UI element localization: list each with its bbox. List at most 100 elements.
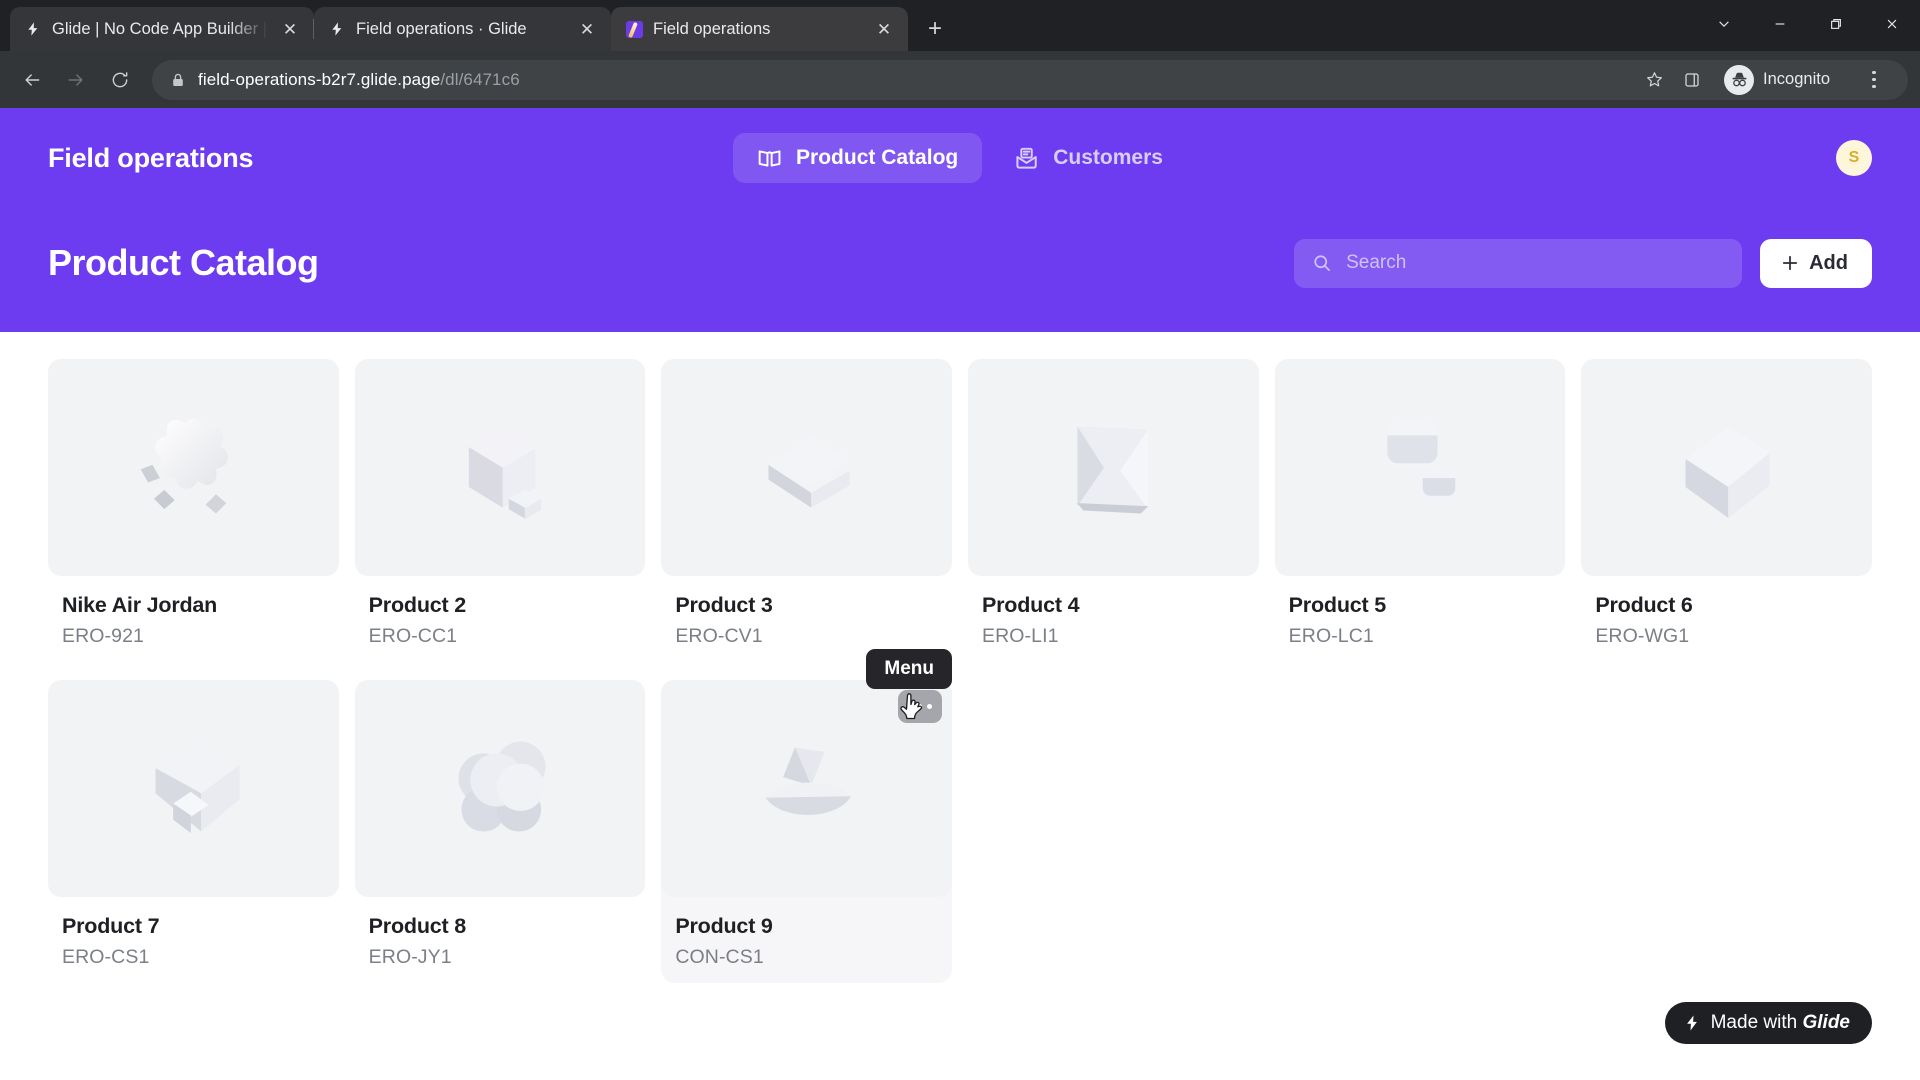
product-sku: ERO-CV1 xyxy=(675,625,763,647)
page-title: Product Catalog xyxy=(48,242,319,283)
glide-app-icon xyxy=(625,20,643,38)
product-card[interactable]: Product 7 ERO-CS1 xyxy=(48,680,339,983)
app-title: Field operations xyxy=(48,142,254,173)
close-icon[interactable]: ✕ xyxy=(278,17,302,41)
product-card[interactable]: Product 8 ERO-JY1 xyxy=(354,680,646,983)
back-button[interactable] xyxy=(12,60,52,100)
product-card[interactable]: Product 3 ERO-CV1 xyxy=(661,359,952,662)
book-open-icon xyxy=(757,146,782,171)
url-domain: field-operations-b2r7.glide.page xyxy=(198,69,441,89)
nav-item-label: Product Catalog xyxy=(796,146,959,169)
star-icon[interactable] xyxy=(1637,63,1671,97)
product-name: Nike Air Jordan xyxy=(62,593,218,617)
app-header-top: Field operations Product Catalog Custome… xyxy=(48,108,1872,208)
made-with-glide-badge[interactable]: Made with Glide xyxy=(1664,1002,1872,1044)
glide-bolt-icon xyxy=(24,20,42,38)
product-name: Product 6 xyxy=(1595,593,1693,617)
new-tab-button[interactable]: + xyxy=(918,12,952,46)
browser-toolbar: field-operations-b2r7.glide.page/dl/6471… xyxy=(0,51,1920,108)
reload-button[interactable] xyxy=(100,60,140,100)
tab-title: Field operations · Glide xyxy=(356,19,527,38)
product-sku: ERO-CS1 xyxy=(62,946,150,968)
product-name: Product 2 xyxy=(368,593,467,617)
mail-document-icon xyxy=(1014,146,1039,171)
browser-tab-1[interactable]: Glide | No Code App Builder | No ✕ xyxy=(10,7,314,51)
product-thumbnail xyxy=(1274,359,1566,576)
browser-window: Glide | No Code App Builder | No ✕ Field… xyxy=(0,0,1920,1080)
product-thumbnail xyxy=(661,359,952,576)
product-sku: ERO-LC1 xyxy=(1288,625,1374,647)
product-grid-wrapper: Nike Air Jordan ERO-921 Product 2 ERO-CC… xyxy=(0,332,1920,983)
product-grid: Nike Air Jordan ERO-921 Product 2 ERO-CC… xyxy=(48,359,1872,983)
minimize-icon[interactable] xyxy=(1752,4,1808,44)
product-thumbnail xyxy=(354,680,646,897)
close-icon[interactable] xyxy=(1864,4,1920,44)
product-name: Product 8 xyxy=(368,914,467,938)
nav-item-label: Customers xyxy=(1053,146,1163,169)
url-path: /dl/6471c6 xyxy=(440,69,520,89)
search-box[interactable] xyxy=(1294,238,1743,288)
incognito-avatar-icon xyxy=(1724,64,1755,95)
profile-label: Incognito xyxy=(1763,70,1830,88)
search-icon xyxy=(1312,253,1332,273)
glide-bolt-icon xyxy=(1683,1014,1701,1032)
badge-prefix: Made with xyxy=(1710,1012,1803,1033)
address-bar[interactable]: field-operations-b2r7.glide.page/dl/6471… xyxy=(152,59,1908,100)
product-thumbnail xyxy=(48,680,339,897)
tooltip: Menu xyxy=(866,649,952,689)
url-text: field-operations-b2r7.glide.page/dl/6471… xyxy=(198,70,520,90)
product-card[interactable]: Product 2 ERO-CC1 xyxy=(354,359,646,662)
chevron-down-icon[interactable] xyxy=(1696,4,1752,44)
close-icon[interactable]: ✕ xyxy=(872,17,896,41)
three-dot-menu-icon[interactable] xyxy=(1854,60,1894,100)
close-icon[interactable]: ✕ xyxy=(575,17,599,41)
product-name: Product 7 xyxy=(62,914,160,938)
app-header-bottom: Product Catalog A xyxy=(48,208,1872,318)
nav-item-product-catalog[interactable]: Product Catalog xyxy=(733,133,983,183)
add-button[interactable]: Add xyxy=(1760,238,1872,288)
product-sku: ERO-WG1 xyxy=(1595,625,1690,647)
profile-incognito-button[interactable]: Incognito xyxy=(1719,61,1846,99)
product-sku: CON-CS1 xyxy=(675,946,764,968)
tab-strip: Glide | No Code App Builder | No ✕ Field… xyxy=(0,0,1920,51)
omnibox-actions: Incognito xyxy=(1637,60,1894,100)
lock-icon[interactable] xyxy=(170,72,186,88)
badge-text: Made with Glide xyxy=(1711,1012,1850,1034)
product-sku: ERO-JY1 xyxy=(368,946,452,968)
card-menu-button[interactable]: Menu xyxy=(866,649,952,723)
mouse-cursor-pointer xyxy=(900,693,926,723)
window-controls xyxy=(1696,0,1920,48)
product-thumbnail xyxy=(967,359,1259,576)
app-nav: Product Catalog Customers xyxy=(733,133,1187,183)
tab-title: Field operations xyxy=(653,19,771,38)
product-thumbnail xyxy=(48,359,339,576)
product-sku: ERO-921 xyxy=(62,625,144,647)
plus-icon xyxy=(1780,253,1800,273)
side-panel-icon[interactable] xyxy=(1675,63,1709,97)
product-name: Product 4 xyxy=(981,593,1080,617)
nav-item-customers[interactable]: Customers xyxy=(990,133,1187,183)
product-card[interactable]: Product 5 ERO-LC1 xyxy=(1274,359,1566,662)
product-sku: ERO-CC1 xyxy=(368,625,458,647)
browser-tab-2[interactable]: Field operations · Glide ✕ xyxy=(313,7,611,51)
product-sku: ERO-LI1 xyxy=(981,625,1059,647)
tab-title: Glide | No Code App Builder | No xyxy=(52,19,268,38)
product-name: Product 3 xyxy=(675,593,773,617)
product-card[interactable]: Menu Product 9 CON-CS1 xyxy=(661,649,952,983)
product-card[interactable]: Nike Air Jordan ERO-921 xyxy=(48,359,339,662)
app-viewport: Field operations Product Catalog Custome… xyxy=(0,108,1920,1080)
avatar[interactable]: S xyxy=(1836,140,1872,176)
product-card[interactable]: Product 6 ERO-WG1 xyxy=(1581,359,1872,662)
badge-brand: Glide xyxy=(1802,1012,1850,1033)
product-name: Product 9 xyxy=(675,914,773,938)
product-name: Product 5 xyxy=(1288,593,1387,617)
product-thumbnail xyxy=(354,359,646,576)
product-card[interactable]: Product 4 ERO-LI1 xyxy=(967,359,1259,662)
add-button-label: Add xyxy=(1809,251,1848,274)
glide-bolt-icon xyxy=(328,20,346,38)
browser-tab-3[interactable]: Field operations ✕ xyxy=(611,7,908,51)
product-thumbnail xyxy=(1581,359,1872,576)
forward-button[interactable] xyxy=(56,60,96,100)
restore-icon[interactable] xyxy=(1808,4,1864,44)
search-input[interactable] xyxy=(1346,252,1725,274)
